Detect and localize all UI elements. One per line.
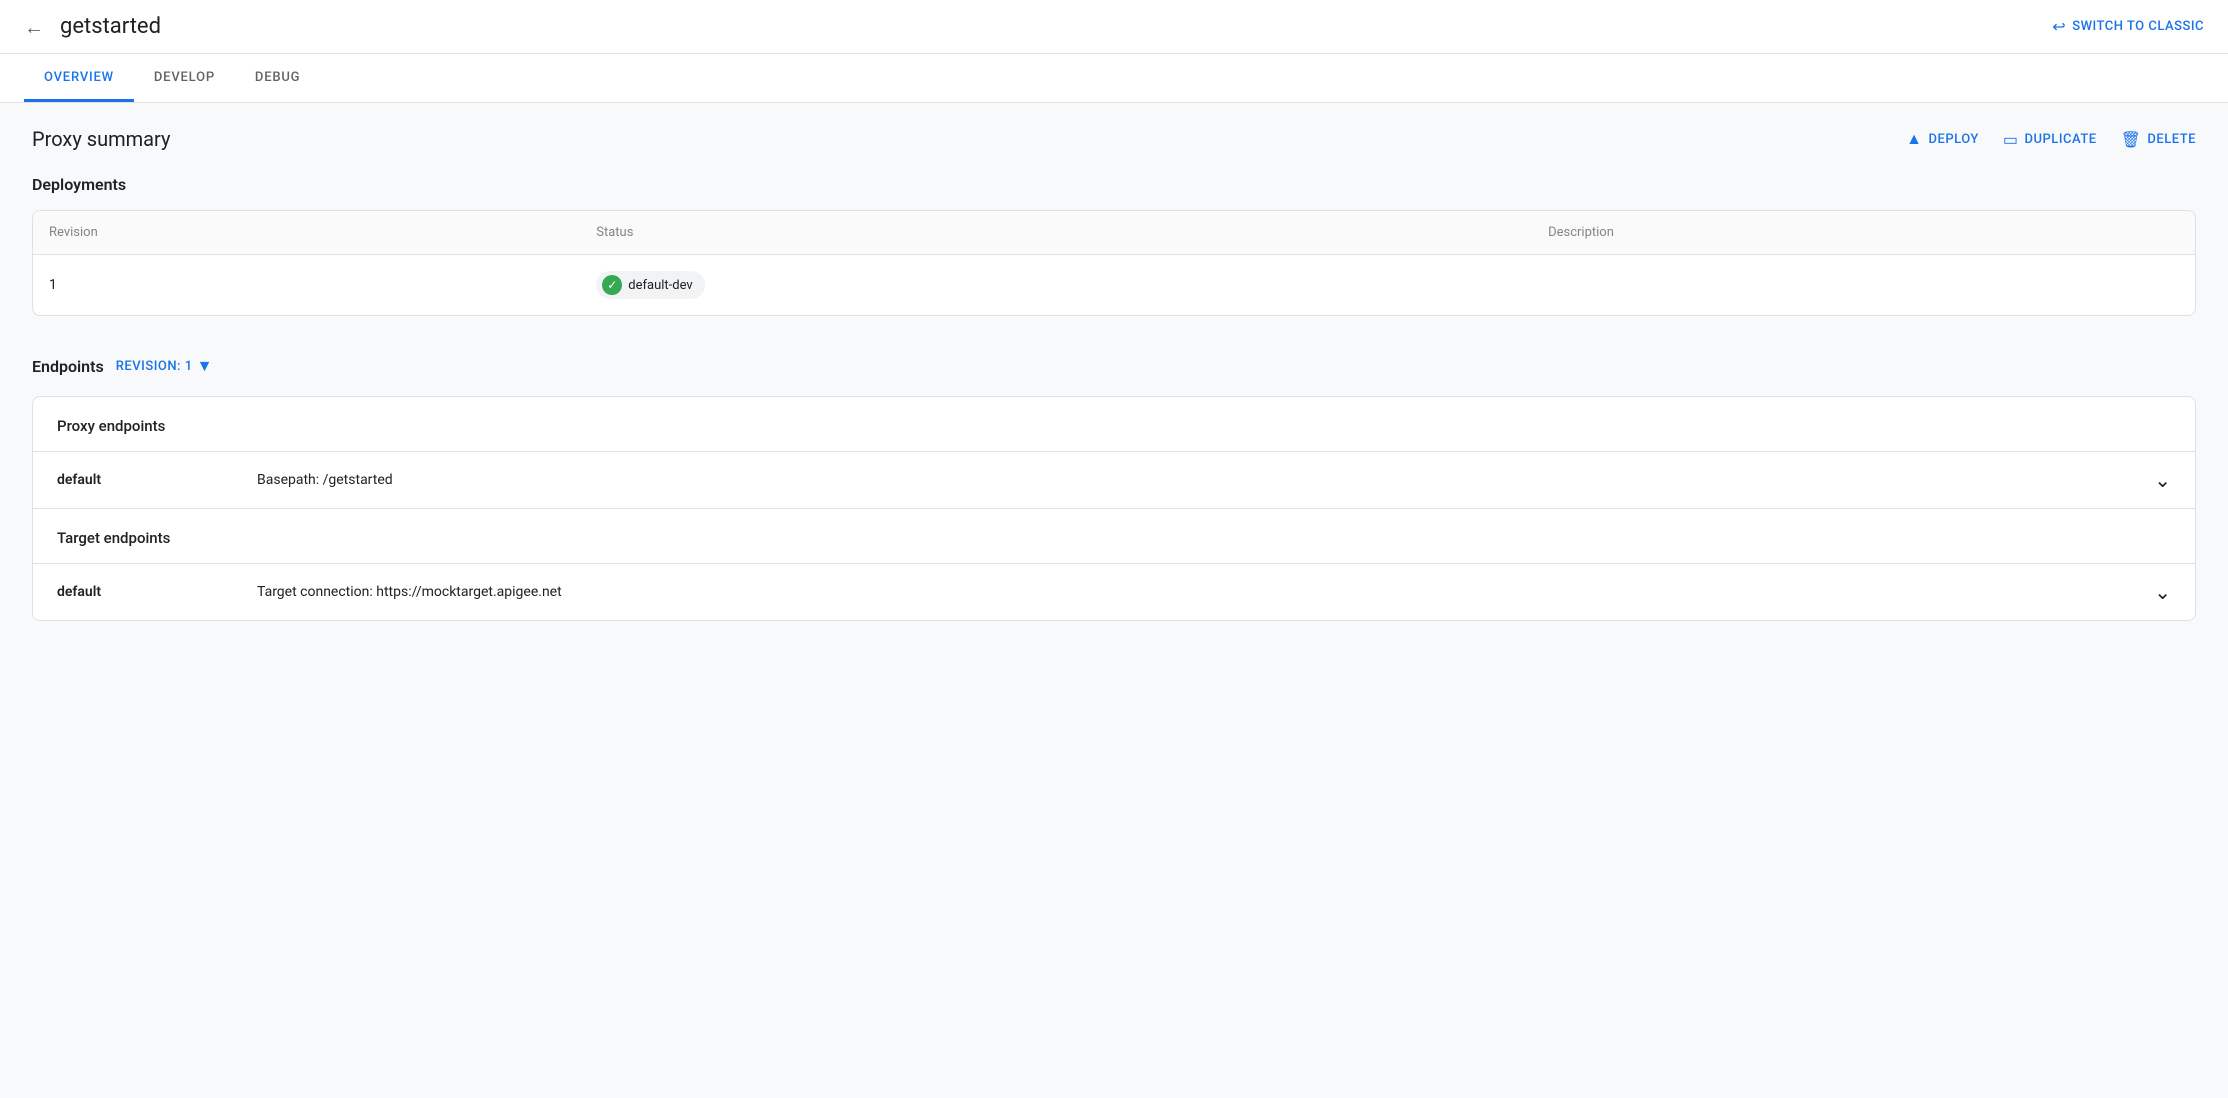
tab-develop[interactable]: DEVELOP [134, 54, 235, 102]
switch-to-classic-button[interactable]: ↩ SWITCH TO CLASSIC [2052, 17, 2204, 36]
status-label: default-dev [628, 278, 692, 293]
col-status: Status [580, 211, 1532, 255]
col-revision: Revision [33, 211, 580, 255]
target-endpoints-group: Target endpoints default Target connecti… [33, 508, 2195, 620]
deployments-card: Revision Status Description 1 ✓ default-… [32, 210, 2196, 316]
table-header-row: Revision Status Description [33, 211, 2195, 255]
cell-description [1532, 255, 2195, 316]
target-endpoints-title: Target endpoints [33, 509, 2195, 563]
proxy-endpoint-basepath: Basepath: /getstarted [257, 472, 2154, 488]
proxy-summary-title: Proxy summary [32, 127, 170, 151]
endpoints-header: Endpoints REVISION: 1 ▼ [32, 356, 2196, 376]
tab-debug[interactable]: DEBUG [235, 54, 320, 102]
col-description: Description [1532, 211, 2195, 255]
top-bar-left: ← getstarted [24, 14, 161, 39]
revision-selector[interactable]: REVISION: 1 ▼ [116, 356, 213, 376]
back-button[interactable]: ← [24, 17, 44, 37]
deployments-table: Revision Status Description 1 ✓ default-… [33, 211, 2195, 315]
top-bar: ← getstarted ↩ SWITCH TO CLASSIC [0, 0, 2228, 54]
deployments-section: Deployments Revision Status Description … [32, 175, 2196, 316]
target-endpoint-name: default [57, 584, 257, 600]
chevron-down-icon: ▼ [197, 356, 213, 376]
page-title: getstarted [60, 14, 161, 39]
delete-button[interactable]: 🗑 DELETE [2121, 130, 2196, 149]
proxy-endpoint-name: default [57, 472, 257, 488]
delete-icon: 🗑 [2121, 130, 2142, 149]
proxy-summary-header: Proxy summary ▲ DEPLOY ▭ DUPLICATE 🗑 DEL… [32, 127, 2196, 151]
proxy-endpoints-title: Proxy endpoints [33, 397, 2195, 451]
endpoints-section: Endpoints REVISION: 1 ▼ Proxy endpoints … [32, 356, 2196, 621]
proxy-endpoints-group: Proxy endpoints default Basepath: /getst… [33, 397, 2195, 508]
action-buttons: ▲ DEPLOY ▭ DUPLICATE 🗑 DELETE [1906, 129, 2196, 149]
main-content: Proxy summary ▲ DEPLOY ▭ DUPLICATE 🗑 DEL… [0, 103, 2228, 645]
target-endpoint-connection: Target connection: https://mocktarget.ap… [257, 584, 2154, 600]
endpoints-card: Proxy endpoints default Basepath: /getst… [32, 396, 2196, 621]
revision-label: REVISION: 1 [116, 359, 193, 374]
status-badge: ✓ default-dev [596, 271, 704, 299]
duplicate-button[interactable]: ▭ DUPLICATE [2003, 130, 2097, 149]
status-check-icon: ✓ [602, 275, 622, 295]
target-endpoint-expand-icon[interactable]: ⌄ [2154, 580, 2171, 604]
switch-classic-icon: ↩ [2052, 17, 2066, 36]
tabs-bar: OVERVIEW DEVELOP DEBUG [0, 54, 2228, 103]
duplicate-icon: ▭ [2003, 130, 2019, 149]
switch-classic-label: SWITCH TO CLASSIC [2072, 19, 2204, 34]
target-endpoint-default[interactable]: default Target connection: https://mockt… [33, 563, 2195, 620]
cell-status: ✓ default-dev [580, 255, 1532, 316]
deploy-icon: ▲ [1906, 129, 1922, 149]
deploy-button[interactable]: ▲ DEPLOY [1906, 129, 1979, 149]
table-row: 1 ✓ default-dev [33, 255, 2195, 316]
proxy-endpoint-default[interactable]: default Basepath: /getstarted ⌄ [33, 451, 2195, 508]
proxy-endpoint-expand-icon[interactable]: ⌄ [2154, 468, 2171, 492]
tab-overview[interactable]: OVERVIEW [24, 54, 134, 102]
endpoints-title: Endpoints [32, 357, 104, 376]
deployments-title: Deployments [32, 175, 2196, 194]
cell-revision: 1 [33, 255, 580, 316]
